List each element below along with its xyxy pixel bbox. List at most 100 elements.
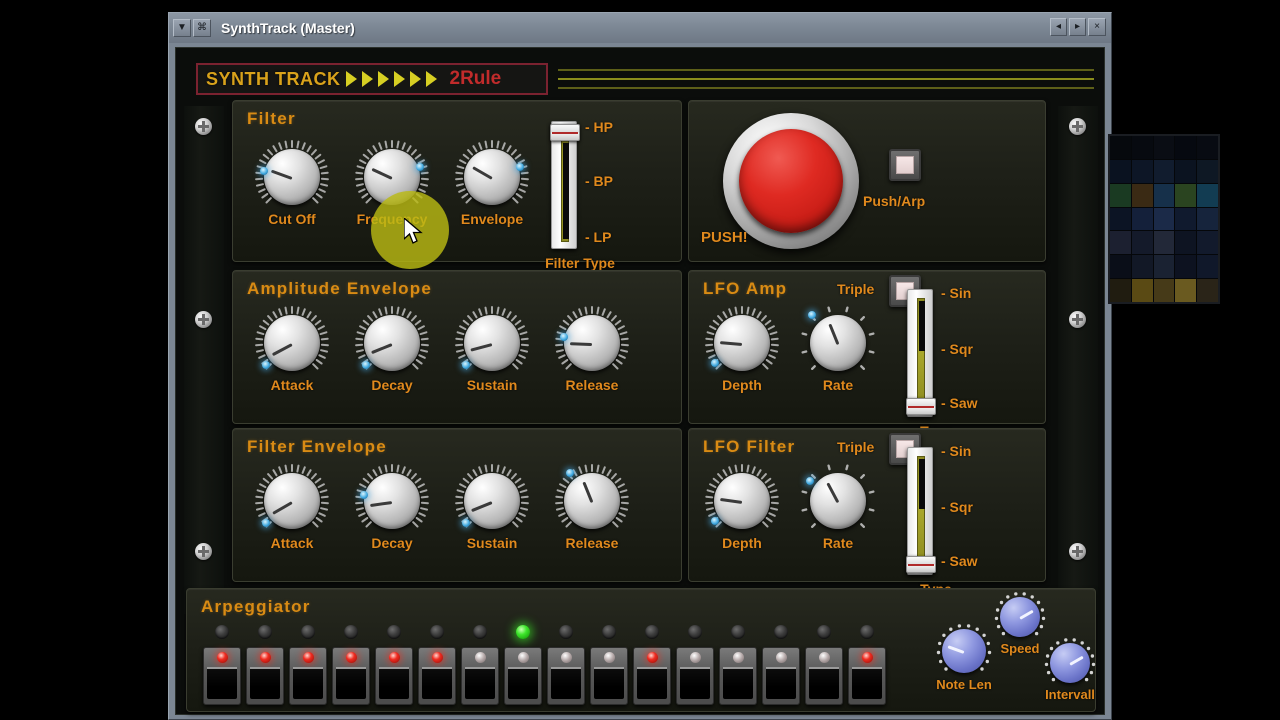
arp-step-slot <box>250 667 280 699</box>
slider-option-bp[interactable]: - BP <box>585 173 613 189</box>
arp-step-switch[interactable] <box>676 647 714 705</box>
knob-lfo-amp-depth[interactable]: Depth <box>705 306 779 393</box>
arp-step[interactable] <box>590 625 628 705</box>
arp-step[interactable] <box>805 625 843 705</box>
stripe <box>558 78 1094 80</box>
slider-track[interactable] <box>906 447 936 575</box>
knob-lfo-filt-depth[interactable]: Depth <box>705 464 779 551</box>
slider-option-sqr[interactable]: - Sqr <box>941 499 973 515</box>
knob-amp-attack[interactable]: Attack <box>255 306 329 393</box>
arp-step[interactable] <box>504 625 542 705</box>
arp-step-switch[interactable] <box>805 647 843 705</box>
arp-step-switch[interactable] <box>418 647 456 705</box>
knob-dial[interactable] <box>455 140 529 205</box>
slider-option-sin[interactable]: - Sin <box>941 285 971 301</box>
knob-dial[interactable] <box>555 306 629 371</box>
arp-step[interactable] <box>375 625 413 705</box>
arp-step[interactable] <box>762 625 800 705</box>
prev-preset-button[interactable]: ◂ <box>1050 18 1067 36</box>
visualizer-display[interactable] <box>1108 134 1220 304</box>
arp-step[interactable] <box>633 625 671 705</box>
arp-step-switch[interactable] <box>375 647 413 705</box>
arp-step-slot <box>852 667 882 699</box>
slider-options: - Sin - Sqr - Saw <box>941 443 1003 575</box>
left-rail <box>184 106 224 614</box>
close-icon[interactable]: × <box>1088 18 1106 36</box>
knob-filt-release[interactable]: Release <box>555 464 629 551</box>
arp-step[interactable] <box>719 625 757 705</box>
arp-step[interactable] <box>547 625 585 705</box>
arp-step[interactable] <box>461 625 499 705</box>
knob-intervall[interactable]: Intervall <box>1033 638 1107 702</box>
arp-step-switch[interactable] <box>547 647 585 705</box>
knob-lfo-filt-rate[interactable]: Rate <box>801 464 875 551</box>
knob-dial[interactable] <box>355 140 429 205</box>
lfo-amp-type-slider[interactable]: - Sin - Sqr - Saw Type <box>906 285 1003 439</box>
knob-frequency[interactable]: Frequency <box>355 140 429 227</box>
slider-handle[interactable] <box>550 124 580 141</box>
knob-dial[interactable] <box>555 464 629 529</box>
slider-option-lp[interactable]: - LP <box>585 229 611 245</box>
knob-amp-release[interactable]: Release <box>555 306 629 393</box>
knob-dial[interactable] <box>994 592 1046 637</box>
arp-step-switch[interactable] <box>719 647 757 705</box>
slider-handle[interactable] <box>906 556 936 573</box>
arp-step-switch[interactable] <box>289 647 327 705</box>
knob-amp-decay[interactable]: Decay <box>355 306 429 393</box>
arp-step-switch[interactable] <box>203 647 241 705</box>
knob-cutoff[interactable]: Cut Off <box>255 140 329 227</box>
dropdown-arrow-icon[interactable]: ▼ <box>173 19 191 37</box>
screw-icon <box>1069 118 1086 135</box>
arp-step-switch[interactable] <box>762 647 800 705</box>
knob-dial[interactable] <box>705 464 779 529</box>
slider-option-sin[interactable]: - Sin <box>941 443 971 459</box>
arp-step-switch[interactable] <box>633 647 671 705</box>
knob-filt-decay[interactable]: Decay <box>355 464 429 551</box>
knob-dial[interactable] <box>705 306 779 371</box>
next-preset-button[interactable]: ▸ <box>1069 18 1086 36</box>
slider-option-hp[interactable]: - HP <box>585 119 613 135</box>
knob-dial[interactable] <box>255 306 329 371</box>
arp-step-switch[interactable] <box>461 647 499 705</box>
arp-step-switch[interactable] <box>246 647 284 705</box>
arp-step[interactable] <box>676 625 714 705</box>
arp-step-switch[interactable] <box>332 647 370 705</box>
knob-dial[interactable] <box>1044 638 1096 683</box>
filter-type-slider[interactable]: - HP - BP - LP Filter Type <box>545 119 647 271</box>
arp-step[interactable] <box>289 625 327 705</box>
arp-step[interactable] <box>203 625 241 705</box>
knob-dial[interactable] <box>455 464 529 529</box>
knob-lfo-amp-rate[interactable]: Rate <box>801 306 875 393</box>
knob-dial[interactable] <box>455 306 529 371</box>
filter-panel-title: Filter <box>247 109 296 128</box>
slider-slot-fill <box>919 459 925 509</box>
arp-step[interactable] <box>848 625 886 705</box>
arp-step[interactable] <box>418 625 456 705</box>
arp-step[interactable] <box>332 625 370 705</box>
knob-dial[interactable] <box>255 464 329 529</box>
slider-option-saw[interactable]: - Saw <box>941 395 978 411</box>
slider-handle[interactable] <box>906 398 936 415</box>
arp-step[interactable] <box>246 625 284 705</box>
arp-step-switch[interactable] <box>590 647 628 705</box>
knob-dial[interactable] <box>936 624 992 673</box>
arp-step-switch[interactable] <box>504 647 542 705</box>
arp-step-switch[interactable] <box>848 647 886 705</box>
knob-amp-sustain[interactable]: Sustain <box>455 306 529 393</box>
knob-dial[interactable] <box>801 464 875 529</box>
knob-dial[interactable] <box>355 464 429 529</box>
knob-filt-attack[interactable]: Attack <box>255 464 329 551</box>
slider-track[interactable] <box>906 289 936 417</box>
knob-filt-sustain[interactable]: Sustain <box>455 464 529 551</box>
lfo-filter-type-slider[interactable]: - Sin - Sqr - Saw Type <box>906 443 1003 597</box>
push-button-cap[interactable] <box>739 129 843 233</box>
plugin-icon[interactable]: ⌘ <box>193 19 211 37</box>
knob-dial[interactable] <box>355 306 429 371</box>
slider-option-sqr[interactable]: - Sqr <box>941 341 973 357</box>
knob-dial[interactable] <box>255 140 329 205</box>
slider-option-saw[interactable]: - Saw <box>941 553 978 569</box>
knob-dial[interactable] <box>801 306 875 371</box>
slider-track[interactable] <box>550 121 580 249</box>
knob-envelope[interactable]: Envelope <box>455 140 529 227</box>
push-arp-toggle[interactable] <box>889 149 921 181</box>
